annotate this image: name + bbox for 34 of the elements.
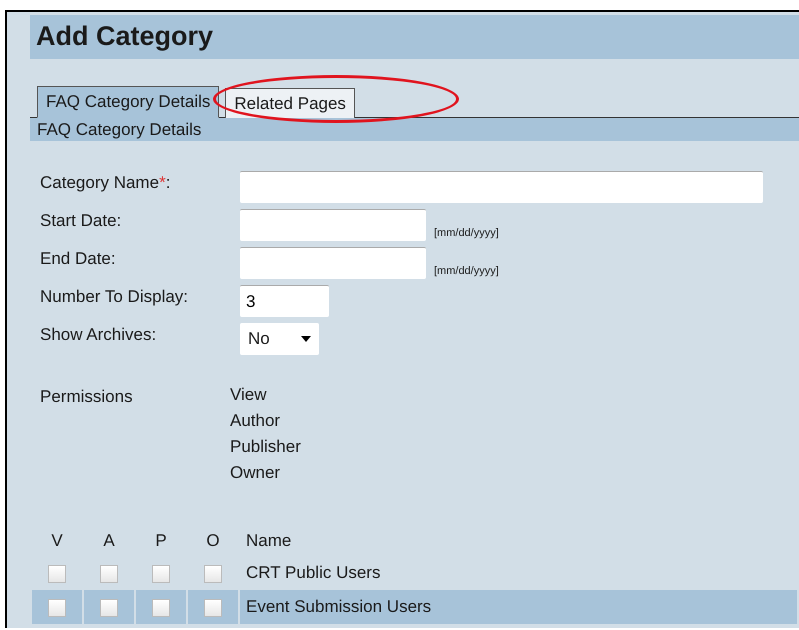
field-label: Show Archives: [40, 324, 158, 345]
page-title: Add Category [30, 15, 799, 59]
column-header: V [50, 530, 64, 552]
user-group-name: CRT Public Users [245, 562, 382, 584]
tab[interactable]: FAQ Category Details [37, 86, 220, 118]
permissions-label: Permissions [40, 387, 134, 408]
checkbox[interactable] [204, 598, 222, 617]
user-group-name: Event Submission Users [240, 590, 797, 624]
permission-level: Author [230, 410, 282, 432]
checkbox[interactable] [48, 598, 66, 617]
dropdown[interactable]: No [240, 323, 319, 355]
date-format-hint: [mm/dd/yyyy] [434, 265, 499, 279]
column-header: O [205, 530, 221, 552]
column-header: Name [245, 530, 292, 552]
column-header: A [102, 530, 116, 552]
field-label: End Date: [40, 248, 117, 269]
permission-level: View [230, 384, 268, 406]
checkbox[interactable] [204, 564, 222, 583]
section-title: FAQ Category Details [30, 118, 799, 141]
column-header: P [154, 530, 168, 552]
checkbox[interactable] [100, 598, 118, 617]
checkbox[interactable] [152, 564, 170, 583]
field-label: Category Name*: [40, 172, 172, 193]
field-label: Number To Display: [40, 286, 190, 307]
date-format-hint: [mm/dd/yyyy] [434, 227, 499, 241]
permission-level: Publisher [230, 436, 302, 458]
caret-icon [301, 336, 311, 342]
checkbox[interactable] [100, 564, 118, 583]
tab[interactable]: Related Pages [225, 88, 355, 118]
checkbox[interactable] [152, 598, 170, 617]
field-label: Start Date: [40, 210, 122, 231]
checkbox[interactable] [48, 564, 66, 583]
input-field[interactable]: 3 [240, 285, 329, 317]
permission-level: Owner [230, 462, 282, 484]
